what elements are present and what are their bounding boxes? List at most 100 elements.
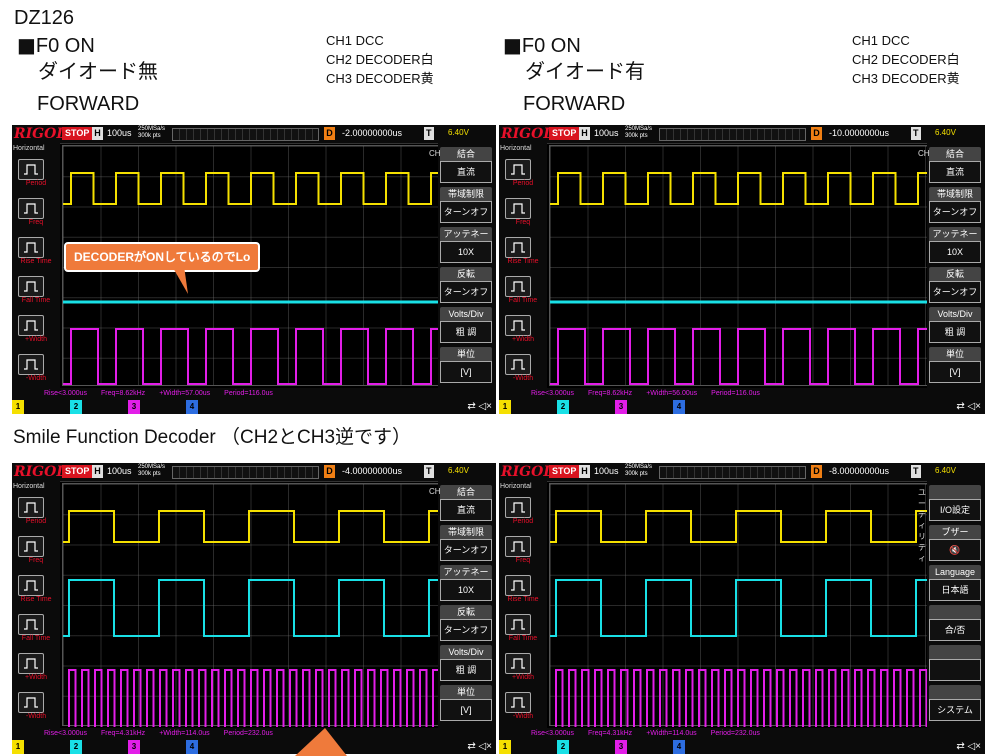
measure-item-icon[interactable] [505, 276, 531, 297]
menu-item-value[interactable]: 直流 [440, 499, 492, 521]
measure-item-icon[interactable] [18, 614, 44, 635]
measure-item-icon[interactable] [505, 159, 531, 180]
channel-3-chip[interactable]: 35.00V [128, 740, 163, 754]
channel-2-chip[interactable]: 25.00V [557, 740, 592, 754]
measure-menu-title: Horizontal [500, 483, 532, 490]
channel-2-chip[interactable]: 25.00V [70, 740, 105, 754]
measure-item-icon[interactable] [505, 692, 531, 713]
legend-tl-3: CH3 DECODER黄 [326, 71, 434, 86]
measure-item-icon[interactable] [505, 575, 531, 596]
measure-item-icon[interactable] [18, 315, 44, 336]
delay-label: D [811, 127, 822, 140]
menu-item-value[interactable] [929, 659, 981, 681]
channel-3-chip[interactable]: 35.00V [615, 400, 650, 414]
measure-item-icon[interactable] [18, 198, 44, 219]
menu-item-value[interactable]: 粗 調 [929, 321, 981, 343]
channel-3-chip[interactable]: 35.00V [128, 400, 163, 414]
menu-item-value[interactable]: [V] [440, 361, 492, 383]
channel-menu: CH3結合直流帯域制限ターンオフアッテネーション10X反転ターンオフVolts/… [429, 143, 496, 388]
measure-item-icon[interactable] [505, 198, 531, 219]
menu-item-value[interactable]: システム [929, 699, 981, 721]
menu-item-value[interactable]: ターンオフ [440, 201, 492, 223]
memory-depth-value: 300k pts [138, 133, 161, 139]
usb-mute-icon: ⇄ ◁× [467, 401, 492, 412]
menu-item-value[interactable]: ターンオフ [440, 539, 492, 561]
sample-rate: 250MSa/s 300k pts [625, 126, 652, 140]
measure-menu: Horizontal Period Freq Rise Time Fall Time +W… [12, 481, 60, 728]
measure-item-icon[interactable] [505, 614, 531, 635]
trigger-label: T [911, 127, 921, 140]
measure-item-icon[interactable] [18, 536, 44, 557]
menu-item-value[interactable]: 直流 [440, 161, 492, 183]
channel-4-chip[interactable]: 45.00V [186, 740, 221, 754]
sample-rate-value: 250MSa/s [138, 126, 166, 132]
menu-item-value[interactable]: ターンオフ [929, 281, 981, 303]
menu-item-value[interactable]: 10X [440, 579, 492, 601]
menu-item-value[interactable]: 粗 調 [440, 321, 492, 343]
measure-item-icon[interactable] [18, 497, 44, 518]
menu-side-label: CH3 [918, 149, 935, 158]
measure-item-icon[interactable] [505, 237, 531, 258]
channel-2-chip[interactable]: 25.00V [70, 400, 105, 414]
measure-item-icon[interactable] [505, 536, 531, 557]
usb-mute-icon: ⇄ ◁× [467, 741, 492, 752]
channel-3-chip[interactable]: 35.00V [615, 740, 650, 754]
channel-2-chip[interactable]: 25.00V [557, 400, 592, 414]
measure-item-label: Fall Time [508, 297, 538, 304]
measure-item-icon[interactable] [505, 653, 531, 674]
measure-item-icon[interactable] [18, 276, 44, 297]
run-stop-badge[interactable]: STOP [62, 465, 93, 478]
ch2-trace [550, 579, 928, 637]
measure-item-icon[interactable] [18, 354, 44, 375]
measure-period: Period=232.0us [710, 730, 760, 737]
measure-item-icon[interactable] [505, 315, 531, 336]
measure-item-label: Rise Time [507, 258, 539, 265]
measure-item-icon[interactable] [18, 237, 44, 258]
heading-top-right: ■F0 ON [503, 33, 581, 57]
channel-1-chip[interactable]: 110.0V [499, 400, 534, 414]
menu-item-value[interactable]: [V] [440, 699, 492, 721]
measure-item-icon[interactable] [18, 159, 44, 180]
menu-item-value[interactable]: 日本語 [929, 579, 981, 601]
measure-item-icon[interactable] [18, 653, 44, 674]
measure-width: +Width=114.0us [646, 730, 697, 737]
channel-1-chip[interactable]: 110.0V [12, 740, 47, 754]
channel-1-chip[interactable]: 110.0V [12, 400, 47, 414]
menu-item-value[interactable]: 🔇 [929, 539, 981, 561]
measure-menu: Horizontal Period Freq Rise Time Fall Time +W… [12, 143, 60, 388]
ch1-trace [550, 172, 928, 205]
run-stop-badge[interactable]: STOP [549, 127, 580, 140]
channel-1-chip[interactable]: 110.0V [499, 740, 534, 754]
channel-status-bar: Rise<3.000us Freq=8.62kHz +Width=57.00us Pe… [12, 388, 496, 414]
channel-number: 3 [128, 740, 140, 754]
channel-status-bar: Rise<3.000us Freq=4.31kHz +Width=114.0us Pe… [499, 728, 985, 754]
menu-item-value[interactable]: 10X [440, 241, 492, 263]
channel-4-chip[interactable]: 45.00V [673, 740, 708, 754]
menu-item-value[interactable]: 合/否 [929, 619, 981, 641]
measure-item-label: Freq [515, 219, 531, 226]
channel-4-chip[interactable]: 45.00V [186, 400, 221, 414]
measure-item-icon[interactable] [505, 354, 531, 375]
menu-item-value[interactable]: 10X [929, 241, 981, 263]
timebase-value: 100us [107, 128, 132, 138]
measure-item-icon[interactable] [18, 575, 44, 596]
measure-rise: Rise<3.000us [531, 390, 575, 397]
menu-item-value[interactable]: 粗 調 [440, 659, 492, 681]
trace-layer [550, 510, 928, 727]
channel-4-chip[interactable]: 45.00V [673, 400, 708, 414]
menu-item-value[interactable]: ターンオフ [440, 281, 492, 303]
menu-item-value[interactable]: I/O設定 [929, 499, 981, 521]
measure-item-icon[interactable] [505, 497, 531, 518]
menu-item-value[interactable]: ターンオフ [440, 619, 492, 641]
measure-item-icon[interactable] [18, 692, 44, 713]
horizontal-label: H [92, 465, 103, 478]
run-stop-badge[interactable]: STOP [549, 465, 580, 478]
menu-item-value[interactable]: [V] [929, 361, 981, 383]
menu-item-value[interactable]: ターンオフ [929, 201, 981, 223]
scope-screen: RIGOL STOP H 100us 250MSa/s 300k pts D -4.00000… [12, 463, 496, 754]
run-stop-badge[interactable]: STOP [62, 127, 93, 140]
menu-item-value[interactable]: 直流 [929, 161, 981, 183]
measure-item-label: Period [25, 180, 47, 187]
ch3-trace [63, 669, 439, 727]
measure-item-label: +Width [25, 674, 47, 681]
